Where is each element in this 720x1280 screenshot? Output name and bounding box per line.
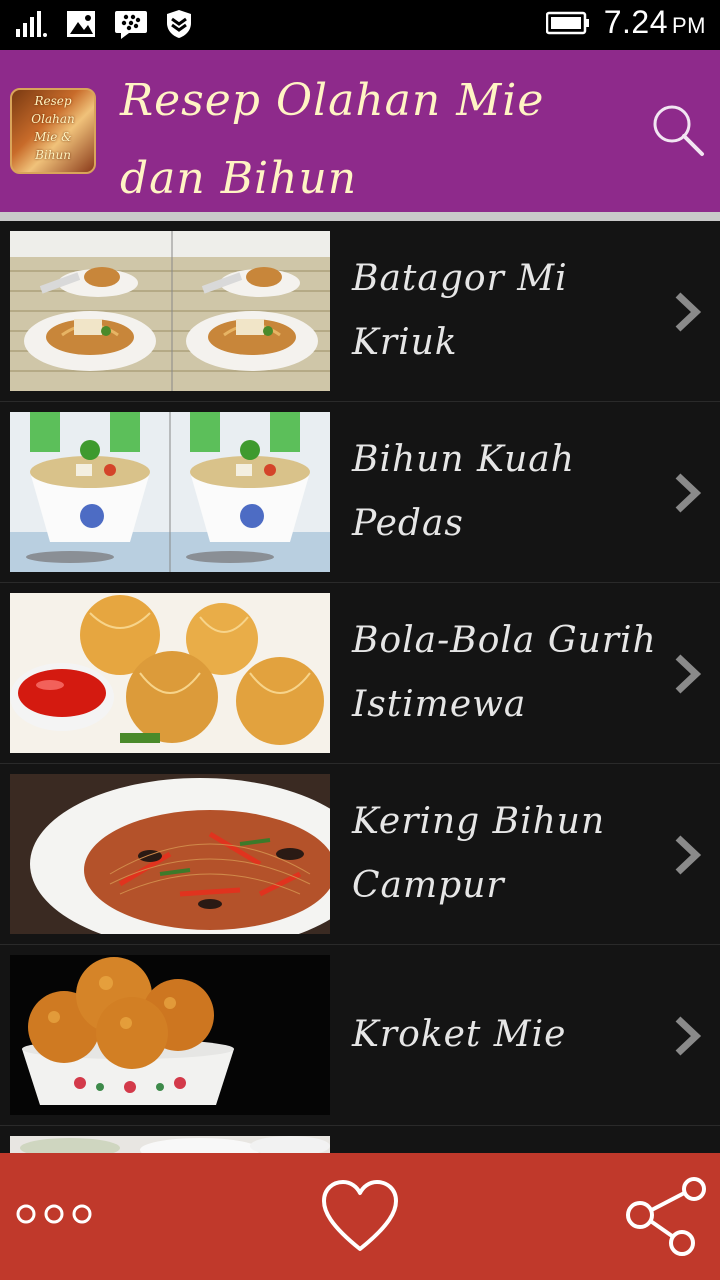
recipe-title-line-2: Pedas	[352, 503, 464, 544]
clock-time: 7.24	[603, 4, 668, 40]
app-bar-divider	[0, 212, 720, 221]
recipe-title-line-1: Kering Bihun	[352, 801, 606, 842]
recipe-title: Bihun Kuah Pedas	[352, 402, 672, 582]
search-icon[interactable]	[648, 100, 708, 160]
title-line-1: Resep Olahan Mie	[120, 75, 545, 126]
signal-icon	[16, 11, 47, 37]
heart-icon[interactable]	[320, 1179, 400, 1253]
list-item[interactable]: Bola-Bola Gurih Istimewa	[0, 583, 720, 764]
recipe-title-line-1: Kroket Mie	[352, 1014, 567, 1055]
list-item[interactable]: Kroket Mie	[0, 945, 720, 1126]
clock-ampm: PM	[672, 13, 706, 38]
app-bar: Resep Olahan Mie & Bihun Resep Olahan Mi…	[0, 50, 720, 212]
chevron-right-icon	[675, 835, 702, 875]
chevron-right-icon	[675, 292, 702, 332]
recipe-title-line-1: Bola-Bola Gurih	[352, 620, 657, 661]
recipe-title-line-2: Kriuk	[352, 322, 458, 363]
list-item[interactable]	[0, 1126, 720, 1153]
list-item[interactable]: Batagor Mi Kriuk	[0, 221, 720, 402]
recipe-thumbnail	[10, 231, 330, 391]
image-notification-icon	[67, 11, 95, 37]
recipe-list[interactable]: Batagor Mi Kriuk Bihun Kuah Pedas Bola-B…	[0, 221, 720, 1153]
bottom-bar	[0, 1153, 720, 1280]
recipe-title: Kroket Mie	[352, 945, 672, 1125]
recipe-thumbnail	[10, 774, 330, 934]
recipe-thumbnail	[10, 955, 330, 1115]
recipe-thumbnail	[10, 593, 330, 753]
chevron-right-icon	[675, 654, 702, 694]
logo-text-1: Resep	[34, 94, 72, 108]
status-clock: 7.24 PM	[604, 4, 706, 41]
logo-text-2: Olahan	[31, 112, 75, 126]
battery-icon	[545, 11, 589, 34]
recipe-title-line-2: Istimewa	[352, 684, 527, 725]
recipe-thumbnail	[10, 412, 330, 572]
recipe-title-line-1: Batagor Mi	[352, 258, 568, 299]
share-icon[interactable]	[624, 1177, 710, 1257]
page-title: Resep Olahan Mie dan Bihun	[120, 62, 620, 218]
recipe-title-line-1: Bihun Kuah	[352, 439, 575, 480]
logo-text-3: Mie &	[34, 130, 72, 144]
chevron-right-icon	[675, 1016, 702, 1056]
recipe-title: Kering Bihun Campur	[352, 764, 672, 944]
list-item[interactable]: Bihun Kuah Pedas	[0, 402, 720, 583]
logo-text-4: Bihun	[35, 148, 71, 162]
title-line-2: dan Bihun	[120, 153, 358, 204]
more-icon[interactable]	[16, 1203, 92, 1225]
recipe-title: Batagor Mi Kriuk	[352, 221, 672, 401]
recipe-title-line-2: Campur	[352, 865, 505, 906]
chevron-right-icon	[675, 473, 702, 513]
app-logo[interactable]: Resep Olahan Mie & Bihun	[10, 88, 96, 174]
recipe-title: Bola-Bola Gurih Istimewa	[352, 583, 672, 763]
shield-icon	[167, 10, 191, 38]
status-bar: 7.24 PM	[0, 0, 720, 50]
recipe-thumbnail	[10, 1136, 330, 1153]
list-item[interactable]: Kering Bihun Campur	[0, 764, 720, 945]
bbm-icon	[115, 11, 147, 39]
